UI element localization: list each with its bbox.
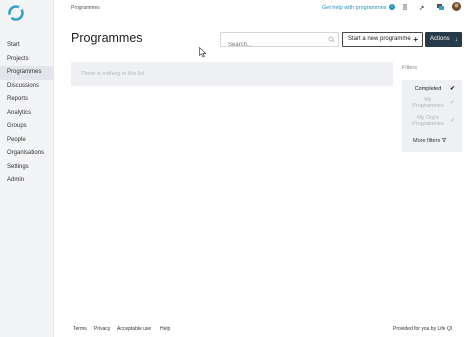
brand-link[interactable]: Life QI xyxy=(437,326,452,332)
notifications-icon[interactable] xyxy=(436,3,444,11)
info-icon[interactable]: i xyxy=(389,4,395,10)
sidebar-item-settings[interactable]: Settings xyxy=(0,161,54,175)
programmes-list: There is nothing in this list xyxy=(71,62,393,86)
actions-label: Actions xyxy=(430,36,450,42)
plus-icon: + xyxy=(413,35,418,44)
sidebar-item-people[interactable]: People xyxy=(0,134,54,148)
more-filters-button[interactable]: More filters ∇ xyxy=(413,138,446,144)
footer-privacy-link[interactable]: Privacy xyxy=(94,326,110,332)
check-icon: ✔ xyxy=(449,118,455,124)
filters-heading: Filters xyxy=(402,65,417,71)
actions-button[interactable]: Actions ↓ xyxy=(425,32,462,47)
sidebar-item-organisations[interactable]: Organisations xyxy=(0,147,54,161)
arrow-down-icon: ↓ xyxy=(454,36,458,43)
sidebar-item-analytics[interactable]: Analytics xyxy=(0,107,54,121)
sidebar-item-reports[interactable]: Reports xyxy=(0,93,54,107)
check-icon: ✔ xyxy=(449,100,455,106)
check-icon: ✔ xyxy=(449,86,455,92)
sidebar-nav: Start Projects Programmes Discussions Re… xyxy=(0,39,54,188)
help-link[interactable]: Get help with programmes xyxy=(322,5,387,11)
filter-completed[interactable]: Completed ✔ xyxy=(402,86,462,92)
app-logo-icon[interactable] xyxy=(7,4,25,22)
sidebar-item-admin[interactable]: Admin xyxy=(0,174,54,188)
start-new-programme-label: Start a new programme xyxy=(348,36,411,42)
provided-by-text: Provided for you by xyxy=(393,326,437,332)
empty-list-message: There is nothing in this list xyxy=(81,71,145,77)
filter-icon: ∇ xyxy=(442,138,446,144)
search-icon[interactable] xyxy=(328,36,335,43)
mouse-cursor-icon xyxy=(199,47,207,58)
pin-icon[interactable] xyxy=(418,3,426,11)
footer-help-link[interactable]: Help xyxy=(160,326,170,332)
footer: Terms Privacy Acceptable use Help Provid… xyxy=(54,320,475,337)
footer-terms-link[interactable]: Terms xyxy=(73,326,87,332)
sidebar-item-projects[interactable]: Projects xyxy=(0,53,54,67)
breadcrumb: Programmes xyxy=(71,5,100,11)
sidebar-item-discussions[interactable]: Discussions xyxy=(0,80,54,94)
sidebar: Start Projects Programmes Discussions Re… xyxy=(0,0,54,337)
sidebar-item-start[interactable]: Start xyxy=(0,39,54,53)
list-icon[interactable] xyxy=(401,3,409,11)
filters-panel: Completed ✔ My Programmes ✔ My Org's Pro… xyxy=(402,80,462,152)
more-filters-label: More filters xyxy=(413,138,441,144)
search-input[interactable] xyxy=(221,38,338,52)
filter-my-programmes[interactable]: My Programmes ✔ xyxy=(402,97,462,109)
search-box xyxy=(220,32,339,52)
page-title: Programmes xyxy=(71,31,143,45)
footer-provided-by: Provided for you by Life QI xyxy=(393,326,452,332)
sidebar-item-groups[interactable]: Groups xyxy=(0,120,54,134)
start-new-programme-button[interactable]: Start a new programme + xyxy=(342,32,423,47)
footer-acceptable-use-link[interactable]: Acceptable use xyxy=(117,326,151,332)
user-avatar[interactable] xyxy=(452,2,461,11)
sidebar-item-programmes[interactable]: Programmes xyxy=(0,66,54,80)
filter-my-orgs-programmes[interactable]: My Org's Programmes ✔ xyxy=(402,115,462,127)
